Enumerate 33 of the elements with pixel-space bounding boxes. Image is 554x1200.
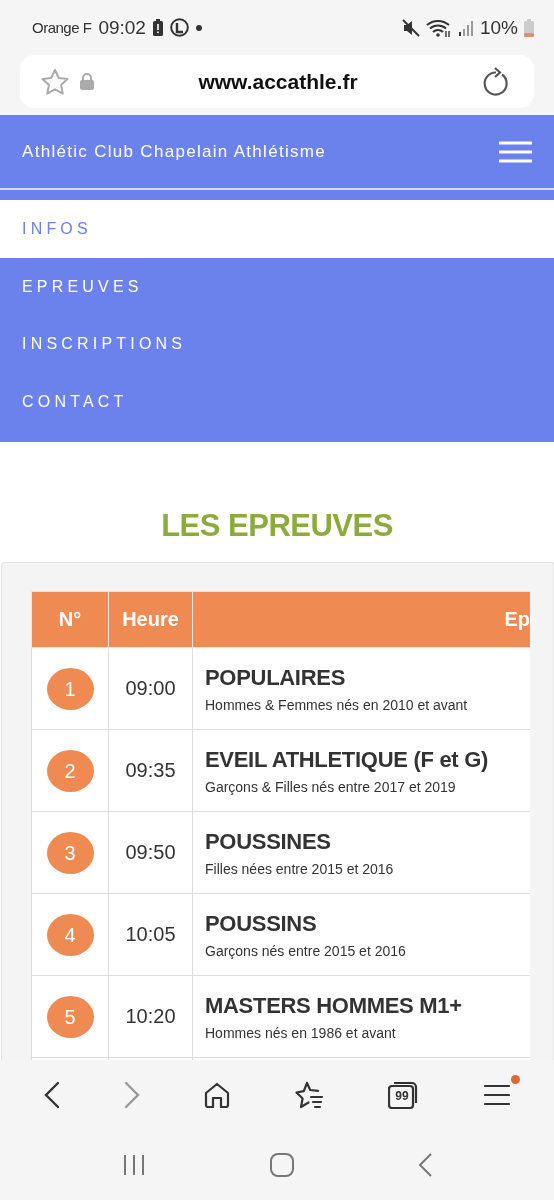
number-badge: 4 bbox=[46, 913, 94, 956]
address-bar[interactable]: www.accathle.fr bbox=[20, 55, 534, 108]
section-heading: LES EPREUVES bbox=[160, 507, 394, 545]
event-description: Hommes & Femmes nés en 2010 et avant bbox=[205, 696, 469, 713]
time-cell: 09:50 bbox=[108, 811, 193, 894]
battery-percentage: 10% bbox=[479, 16, 518, 39]
event-title: POUSSINS bbox=[205, 910, 318, 937]
column-header: N° bbox=[31, 591, 109, 648]
event-title: POPULAIRES bbox=[205, 664, 347, 691]
nav-item[interactable]: INFOS bbox=[0, 200, 554, 258]
number-badge: 5 bbox=[46, 995, 94, 1038]
number-badge: 3 bbox=[46, 831, 94, 874]
event-title: POUSSINES bbox=[205, 828, 332, 855]
carrier-name: Orange F bbox=[32, 19, 92, 36]
event-description: Filles nées entre 2015 et 2016 bbox=[205, 860, 395, 877]
event-description: Garçons nés entre 2015 et 2016 bbox=[205, 942, 407, 959]
number-badge: 2 bbox=[46, 749, 94, 792]
time-cell: 09:35 bbox=[108, 729, 193, 812]
column-header: Ep bbox=[192, 591, 530, 648]
nav-item[interactable]: EPREUVES bbox=[0, 257, 554, 315]
column-header: Heure bbox=[108, 591, 193, 648]
clock-time: 09:02 bbox=[98, 16, 146, 39]
url-text[interactable]: www.accathle.fr bbox=[104, 69, 482, 94]
event-description: Hommes nés en 1986 et avant bbox=[205, 1024, 397, 1041]
event-title: EVEIL ATHLETIQUE (F et G) bbox=[205, 746, 489, 773]
nav-item[interactable]: CONTACT bbox=[0, 372, 554, 430]
nav-item[interactable]: INSCRIPTIONS bbox=[0, 315, 554, 373]
time-cell: 10:20 bbox=[108, 975, 193, 1058]
time-cell: 10:05 bbox=[108, 893, 193, 976]
number-badge: 1 bbox=[46, 667, 94, 710]
event-title: MASTERS HOMMES M1+ bbox=[205, 992, 463, 1019]
event-description: Garçons & Filles nés entre 2017 et 2019 bbox=[205, 778, 457, 795]
time-cell: 09:00 bbox=[108, 647, 193, 730]
